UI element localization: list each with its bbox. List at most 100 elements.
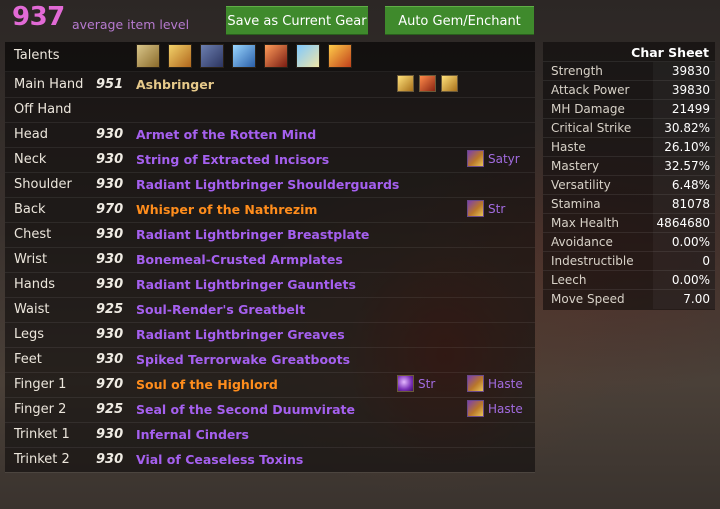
save-as-current-gear-button[interactable]: Save as Current Gear	[226, 6, 368, 35]
item-name-link[interactable]: Infernal Cinders	[136, 427, 249, 442]
stat-name: Avoidance	[551, 235, 613, 249]
slot-label: Feet	[14, 352, 42, 367]
gem-label: Str	[418, 377, 436, 391]
stat-name: Move Speed	[551, 292, 625, 306]
stat-value: 81078	[671, 197, 710, 211]
talent-2-icon[interactable]	[168, 44, 192, 68]
stat-name: Strength	[551, 64, 603, 78]
gear-row[interactable]: Finger 1 970 Soul of the Highlord Str Haste	[5, 372, 535, 398]
gear-row[interactable]: Main Hand 951 Ashbringer	[5, 72, 535, 98]
item-name-link[interactable]: Radiant Lightbringer Gauntlets	[136, 277, 356, 292]
talent-5-icon[interactable]	[264, 44, 288, 68]
item-level: 930	[96, 252, 124, 267]
stat-value: 7.00	[683, 292, 710, 306]
stat-value: 4864680	[656, 216, 710, 230]
stat-row: Haste 26.10%	[543, 137, 715, 157]
item-name-link[interactable]: Whisper of the Nathrezim	[136, 202, 317, 217]
stat-name: Mastery	[551, 159, 600, 173]
stat-row: Attack Power 39830	[543, 80, 715, 100]
header: 937 average item level Save as Current G…	[0, 0, 720, 38]
stat-name: MH Damage	[551, 102, 625, 116]
item-name-link[interactable]: Bonemeal-Crusted Armplates	[136, 252, 343, 267]
gear-row[interactable]: Off Hand	[5, 97, 535, 123]
stat-value: 0.00%	[671, 235, 710, 249]
gear-panel: Talents Main Hand 951 Ashbringer Off Hand He…	[5, 42, 535, 473]
stat-name: Critical Strike	[551, 121, 632, 135]
stat-row: Versatility 6.48%	[543, 175, 715, 195]
gem-icon[interactable]	[397, 375, 414, 392]
item-name-link[interactable]: Soul of the Highlord	[136, 377, 278, 392]
gear-row[interactable]: Trinket 2 930 Vial of Ceaseless Toxins	[5, 447, 535, 473]
talent-3-icon[interactable]	[200, 44, 224, 68]
item-name-link[interactable]: Radiant Lightbringer Breastplate	[136, 227, 369, 242]
gear-row[interactable]: Chest 930 Radiant Lightbringer Breastplate	[5, 222, 535, 248]
stat-value: 21499	[671, 102, 710, 116]
item-name-link[interactable]: Vial of Ceaseless Toxins	[136, 452, 303, 467]
enchant-label: Haste	[488, 402, 523, 416]
stat-row: Critical Strike 30.82%	[543, 118, 715, 138]
enchant-label: Str	[488, 202, 506, 216]
item-level: 930	[96, 152, 124, 167]
talent-7-icon[interactable]	[328, 44, 352, 68]
gear-row[interactable]: Waist 925 Soul-Render's Greatbelt	[5, 297, 535, 323]
enchant-scroll-icon[interactable]	[467, 200, 484, 217]
enchant-scroll-icon[interactable]	[467, 400, 484, 417]
relic-fire-icon[interactable]	[419, 75, 436, 92]
slot-label: Chest	[14, 227, 52, 242]
talent-4-icon[interactable]	[232, 44, 256, 68]
stat-value: 0.00%	[671, 273, 710, 287]
item-level: 925	[96, 302, 124, 317]
relic-holy-icon[interactable]	[397, 75, 414, 92]
talent-6-icon[interactable]	[296, 44, 320, 68]
enchant-scroll-icon[interactable]	[467, 150, 484, 167]
item-level: 970	[96, 202, 124, 217]
item-level: 930	[96, 327, 124, 342]
item-name-link[interactable]: Seal of the Second Duumvirate	[136, 402, 355, 417]
gear-row[interactable]: Back 970 Whisper of the Nathrezim Str	[5, 197, 535, 223]
stat-value: 30.82%	[664, 121, 710, 135]
item-name-link[interactable]: Soul-Render's Greatbelt	[136, 302, 305, 317]
relic-holy-icon[interactable]	[441, 75, 458, 92]
gear-row[interactable]: Shoulder 930 Radiant Lightbringer Shoulder…	[5, 172, 535, 198]
item-level: 930	[96, 177, 124, 192]
average-item-level-value: 937	[12, 2, 65, 32]
stat-name: Haste	[551, 140, 586, 154]
gear-row[interactable]: Head 930 Armet of the Rotten Mind	[5, 122, 535, 148]
enchant-label: Haste	[488, 377, 523, 391]
item-name-link[interactable]: String of Extracted Incisors	[136, 152, 329, 167]
char-sheet-panel: Char Sheet Strength 39830 Attack Power 3983…	[543, 42, 715, 310]
item-name-link[interactable]: Radiant Lightbringer Greaves	[136, 327, 345, 342]
gear-row[interactable]: Trinket 1 930 Infernal Cinders	[5, 422, 535, 448]
stat-value: 39830	[671, 64, 710, 78]
slot-label: Finger 1	[14, 377, 67, 392]
slot-label: Wrist	[14, 252, 48, 267]
gear-row[interactable]: Hands 930 Radiant Lightbringer Gauntlets	[5, 272, 535, 298]
char-sheet-title: Char Sheet	[631, 45, 709, 60]
item-level: 970	[96, 377, 124, 392]
slot-label: Hands	[14, 277, 56, 292]
gear-row[interactable]: Finger 2 925 Seal of the Second Duumvirate…	[5, 397, 535, 423]
item-name-link[interactable]: Radiant Lightbringer Shoulderguards	[136, 177, 399, 192]
gear-row[interactable]: Wrist 930 Bonemeal-Crusted Armplates	[5, 247, 535, 273]
slot-label: Neck	[14, 152, 47, 167]
stat-row: Max Health 4864680	[543, 213, 715, 233]
stat-row: MH Damage 21499	[543, 99, 715, 119]
auto-gem-enchant-button[interactable]: Auto Gem/Enchant	[385, 6, 534, 35]
stat-value: 6.48%	[671, 178, 710, 192]
stat-value: 32.57%	[664, 159, 710, 173]
stat-name: Max Health	[551, 216, 620, 230]
gear-row[interactable]: Legs 930 Radiant Lightbringer Greaves	[5, 322, 535, 348]
item-name-link[interactable]: Ashbringer	[136, 77, 214, 92]
slot-label: Waist	[14, 302, 50, 317]
stat-name: Leech	[551, 273, 587, 287]
enchant-scroll-icon[interactable]	[467, 375, 484, 392]
stat-name: Indestructible	[551, 254, 634, 268]
gear-row[interactable]: Feet 930 Spiked Terrorwake Greatboots	[5, 347, 535, 373]
item-name-link[interactable]: Spiked Terrorwake Greatboots	[136, 352, 350, 367]
talent-1-icon[interactable]	[136, 44, 160, 68]
stat-value: 39830	[671, 83, 710, 97]
item-name-link[interactable]: Armet of the Rotten Mind	[136, 127, 316, 142]
gear-row[interactable]: Neck 930 String of Extracted Incisors Satyr	[5, 147, 535, 173]
talents-row: Talents	[5, 42, 535, 72]
slot-label: Shoulder	[14, 177, 72, 192]
